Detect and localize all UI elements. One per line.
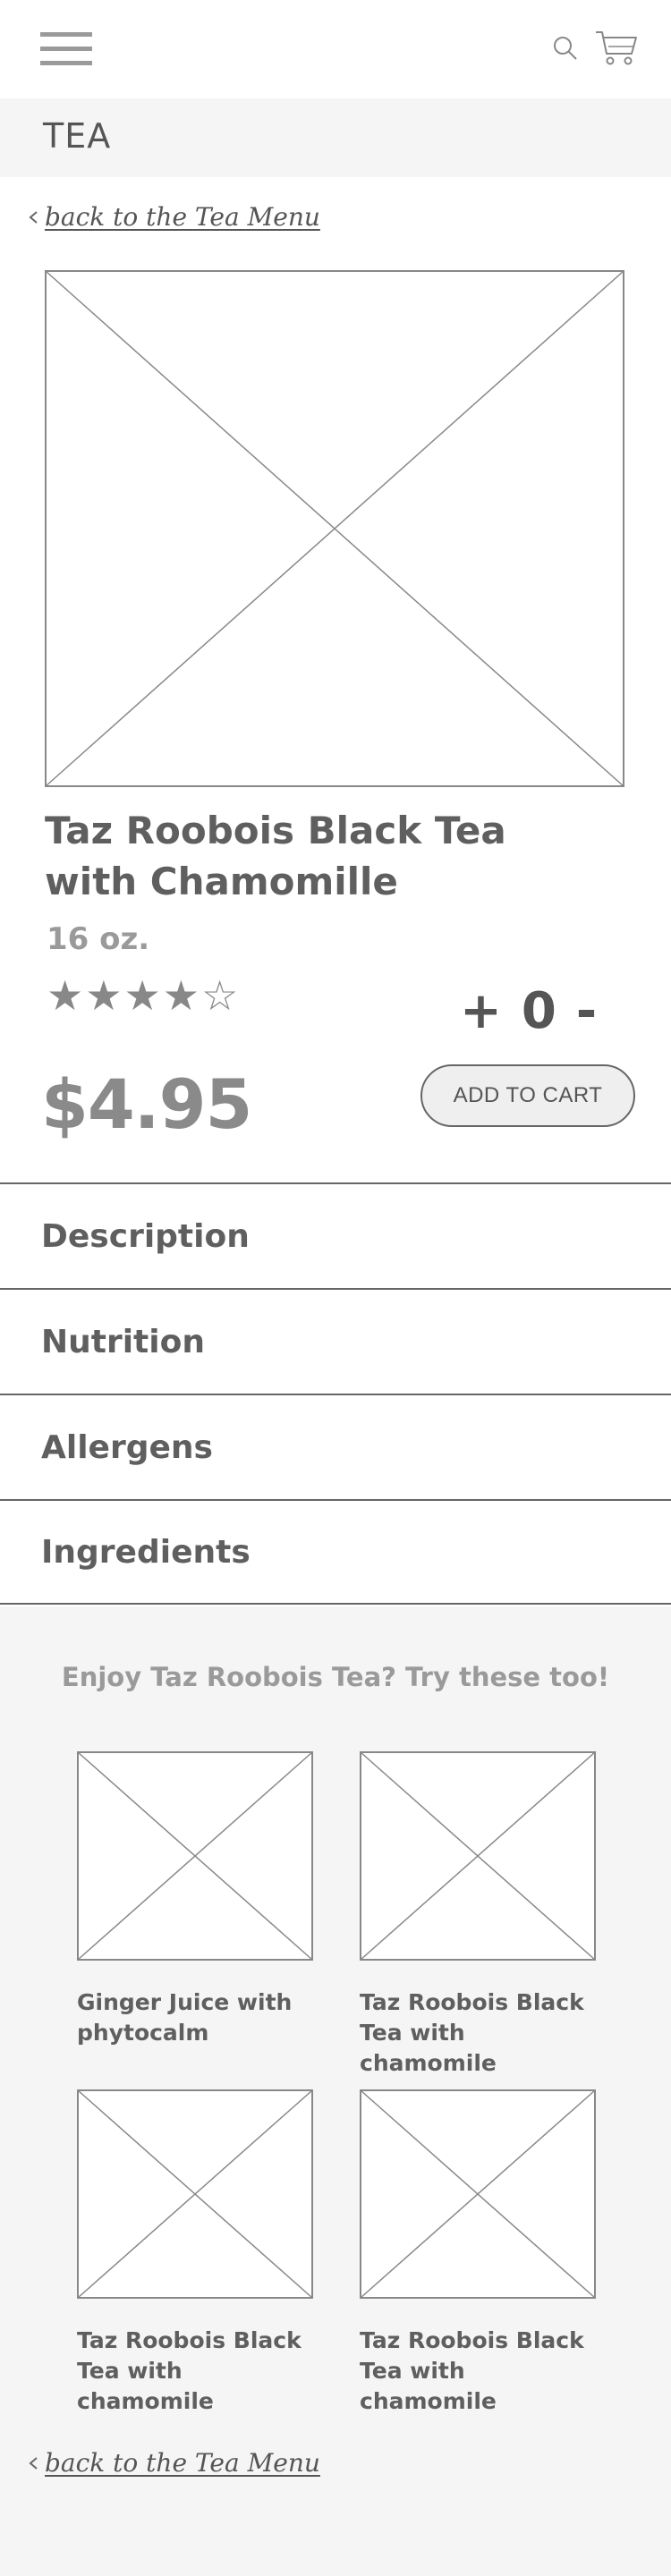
star-filled-icon: ★ <box>47 971 86 1020</box>
product-title-line-2: with Chamomille <box>45 860 398 903</box>
related-product-name-line-2: phytocalm <box>77 2020 209 2046</box>
chevron-left-icon <box>29 210 38 224</box>
product-title: Taz Roobois Black Tea with Chamomille <box>45 805 546 907</box>
related-product-name: Ginger Juice with phytocalm <box>77 1987 313 2048</box>
accordion-nutrition[interactable]: Nutrition <box>0 1288 671 1394</box>
star-filled-icon: ★ <box>85 971 124 1020</box>
quantity-value: 0 <box>521 982 556 1040</box>
related-heading: Enjoy Taz Roobois Tea? Try these too! <box>61 1662 610 1692</box>
increase-quantity-button[interactable]: + <box>460 982 502 1040</box>
star-filled-icon: ★ <box>162 971 201 1020</box>
back-link-label: back to the Tea Menu <box>45 202 320 232</box>
product-title-line-1: Taz Roobois Black Tea <box>45 809 506 852</box>
related-product-card[interactable]: Taz Roobois Black Tea with chamomile <box>77 2089 313 2417</box>
back-link-label: back to the Tea Menu <box>45 2448 320 2478</box>
related-product-image-placeholder <box>77 2089 313 2299</box>
star-filled-icon: ★ <box>123 971 163 1020</box>
related-product-name: Taz Roobois Black Tea with chamomile <box>360 2326 596 2417</box>
quantity-stepper: + 0 - <box>460 982 597 1040</box>
search-icon[interactable] <box>551 34 580 63</box>
chevron-left-icon <box>29 2456 38 2470</box>
related-product-name-line-1: Taz Roobois Black <box>77 2327 302 2353</box>
accordion-description[interactable]: Description <box>0 1182 671 1288</box>
related-product-image-placeholder <box>360 2089 596 2299</box>
related-product-name-line-1: Taz Roobois Black <box>360 2327 584 2353</box>
category-bar: TEA <box>0 98 671 177</box>
related-products-section: Enjoy Taz Roobois Tea? Try these too! Gi… <box>0 1606 671 2576</box>
related-product-name-line-2: Tea with chamomile <box>360 2358 497 2414</box>
product-image-placeholder[interactable] <box>45 270 624 787</box>
related-product-card[interactable]: Taz Roobois Black Tea with chamomile <box>360 1751 596 2079</box>
star-empty-icon: ☆ <box>201 971 241 1020</box>
hamburger-menu-icon[interactable] <box>40 32 92 66</box>
related-product-image-placeholder <box>77 1751 313 1961</box>
related-product-card[interactable]: Taz Roobois Black Tea with chamomile <box>360 2089 596 2417</box>
related-product-name-line-2: Tea with chamomile <box>77 2358 214 2414</box>
back-to-menu-link-bottom[interactable]: back to the Tea Menu <box>27 2448 320 2478</box>
related-product-name-line-1: Taz Roobois Black <box>360 1989 584 2015</box>
product-size: 16 oz. <box>47 921 150 957</box>
related-product-name-line-2: Tea with chamomile <box>360 2020 497 2076</box>
category-title: TEA <box>43 116 112 156</box>
related-product-card[interactable]: Ginger Juice with phytocalm <box>77 1751 313 2048</box>
related-product-image-placeholder <box>360 1751 596 1961</box>
back-to-menu-link[interactable]: back to the Tea Menu <box>27 202 320 232</box>
related-product-name-line-1: Ginger Juice with <box>77 1989 293 2015</box>
decrease-quantity-button[interactable]: - <box>576 982 597 1040</box>
top-header <box>0 0 671 98</box>
related-product-name: Taz Roobois Black Tea with chamomile <box>77 2326 313 2417</box>
accordion-ingredients[interactable]: Ingredients <box>0 1499 671 1605</box>
details-accordion: Description Nutrition Allergens Ingredie… <box>0 1182 671 1605</box>
accordion-allergens[interactable]: Allergens <box>0 1394 671 1499</box>
rating-stars: ★★★★☆ <box>47 970 240 1021</box>
related-product-name: Taz Roobois Black Tea with chamomile <box>360 1987 596 2079</box>
product-price: $4.95 <box>41 1064 252 1144</box>
shopping-cart-icon[interactable] <box>594 29 639 68</box>
add-to-cart-button[interactable]: ADD TO CART <box>420 1064 635 1127</box>
